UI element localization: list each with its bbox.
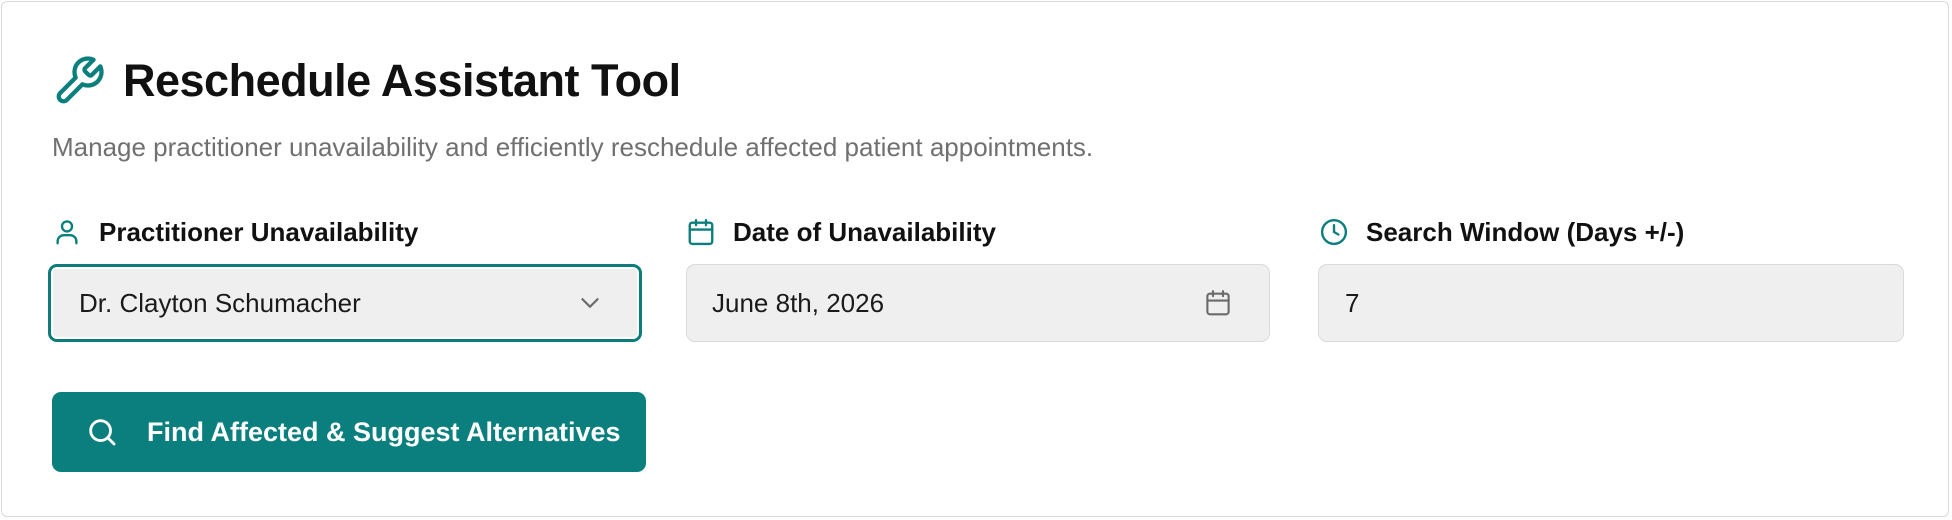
date-picker-value: June 8th, 2026 xyxy=(712,287,885,318)
practitioner-select-value: Dr. Clayton Schumacher xyxy=(79,287,361,318)
search-window-label: Search Window (Days +/-) xyxy=(1366,216,1685,247)
search-window-input[interactable]: 7 xyxy=(1318,264,1904,342)
calendar-icon[interactable] xyxy=(1203,288,1233,318)
reschedule-tool-card: Reschedule Assistant Tool Manage practit… xyxy=(1,1,1949,517)
date-label: Date of Unavailability xyxy=(733,216,996,247)
page-header: Reschedule Assistant Tool xyxy=(52,54,681,108)
search-icon xyxy=(85,415,119,449)
practitioner-label: Practitioner Unavailability xyxy=(99,216,419,247)
chevron-down-icon[interactable] xyxy=(575,288,605,318)
page-title: Reschedule Assistant Tool xyxy=(123,55,681,106)
find-affected-button-label: Find Affected & Suggest Alternatives xyxy=(147,416,621,447)
practitioner-select[interactable]: Dr. Clayton Schumacher xyxy=(48,264,642,342)
clock-icon xyxy=(1319,217,1349,247)
page-subtitle: Manage practitioner unavailability and e… xyxy=(52,132,1094,162)
calendar-icon xyxy=(686,217,716,247)
search-window-value: 7 xyxy=(1345,287,1360,318)
search-window-field-label: Search Window (Days +/-) xyxy=(1319,214,1684,250)
practitioner-field-label: Practitioner Unavailability xyxy=(52,214,418,250)
date-picker-input[interactable]: June 8th, 2026 xyxy=(686,264,1270,342)
date-field-label: Date of Unavailability xyxy=(686,214,996,250)
user-icon xyxy=(52,217,82,247)
wrench-icon xyxy=(52,54,106,108)
find-affected-button[interactable]: Find Affected & Suggest Alternatives xyxy=(52,392,646,472)
